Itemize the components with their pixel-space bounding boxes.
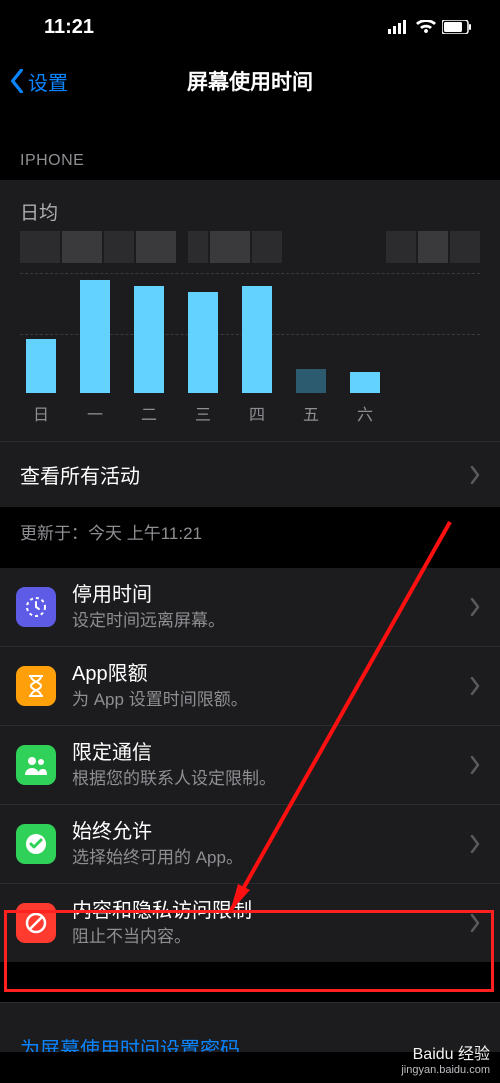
chart-axis: 日 一 二 三 四 五 六	[20, 393, 480, 429]
item-communication[interactable]: 限定通信 根据您的联系人设定限制。	[0, 726, 500, 805]
check-badge-icon	[16, 824, 56, 864]
wifi-icon	[416, 20, 436, 34]
item-title: 始终允许	[72, 819, 470, 845]
watermark-url: jingyan.baidu.com	[401, 1064, 490, 1077]
settings-list: 停用时间 设定时间远离屏幕。 App限额 为 App 设置时间限额。 限定通信 …	[0, 568, 500, 962]
usage-chart: 日均 日 一 二 三 四 五 六	[0, 180, 500, 441]
nav-bar: 设置 屏幕使用时间	[0, 54, 500, 108]
chevron-right-icon	[470, 835, 480, 853]
item-title: 停用时间	[72, 582, 470, 608]
page-title: 屏幕使用时间	[0, 66, 500, 96]
status-time: 11:21	[44, 16, 94, 39]
chevron-right-icon	[470, 677, 480, 695]
item-downtime[interactable]: 停用时间 设定时间远离屏幕。	[0, 568, 500, 647]
item-sub: 设定时间远离屏幕。	[72, 610, 470, 632]
chevron-right-icon	[470, 466, 480, 484]
chart-bars	[20, 273, 480, 393]
item-title: 限定通信	[72, 740, 470, 766]
signal-icon	[388, 20, 410, 34]
item-sub: 选择始终可用的 App。	[72, 847, 470, 869]
chart-label: 日均	[20, 198, 480, 225]
item-content-privacy[interactable]: 内容和隐私访问限制 阻止不当内容。	[0, 884, 500, 962]
passcode-label: 为屏幕使用时间设置密码	[20, 1039, 240, 1052]
item-app-limits[interactable]: App限额 为 App 设置时间限额。	[0, 647, 500, 726]
item-sub: 为 App 设置时间限额。	[72, 689, 470, 711]
item-sub: 根据您的联系人设定限制。	[72, 768, 470, 790]
see-all-label: 查看所有活动	[20, 460, 140, 489]
see-all-activity[interactable]: 查看所有活动	[0, 441, 500, 507]
downtime-icon	[16, 587, 56, 627]
section-header: IPHONE	[0, 108, 500, 180]
item-title: App限额	[72, 661, 470, 687]
item-sub: 阻止不当内容。	[72, 926, 470, 948]
watermark-brand: Baidu 经验	[401, 1045, 490, 1064]
status-bar: 11:21	[0, 0, 500, 54]
item-always-allowed[interactable]: 始终允许 选择始终可用的 App。	[0, 805, 500, 884]
chevron-right-icon	[470, 598, 480, 616]
watermark: Baidu 经验 jingyan.baidu.com	[401, 1045, 490, 1077]
redacted-row	[20, 231, 480, 263]
chevron-left-icon	[10, 69, 24, 93]
item-title: 内容和隐私访问限制	[72, 898, 470, 924]
status-icons	[388, 20, 472, 34]
people-icon	[16, 745, 56, 785]
updated-footer: 更新于：今天 上午11:21	[0, 507, 500, 568]
back-button[interactable]: 设置	[0, 67, 68, 96]
back-label: 设置	[28, 67, 68, 96]
battery-icon	[442, 20, 472, 34]
hourglass-icon	[16, 666, 56, 706]
no-entry-icon	[16, 903, 56, 943]
chevron-right-icon	[470, 756, 480, 774]
chevron-right-icon	[470, 914, 480, 932]
